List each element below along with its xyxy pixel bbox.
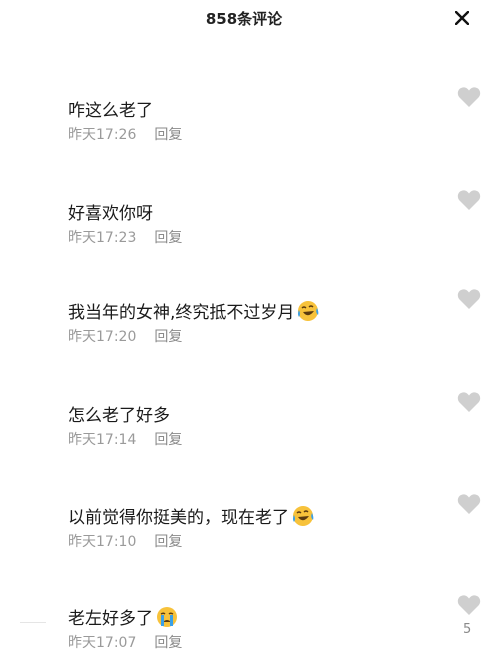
comment-time: 昨天17:14 — [68, 432, 137, 448]
laughing-crying-emoji-icon — [292, 505, 314, 527]
close-icon[interactable] — [450, 6, 474, 30]
comment-text: 我当年的女神,终究抵不过岁月 — [68, 298, 319, 323]
reply-button[interactable]: 回复 — [154, 635, 182, 651]
comment-item: 老左好多了 昨天17:07 回复 5 — [0, 595, 488, 670]
laughing-crying-emoji-icon — [297, 300, 319, 322]
comment-meta: 昨天17:26 回复 — [68, 124, 182, 144]
comment-time: 昨天17:10 — [68, 534, 137, 550]
comment-item: 怎么老了好多 昨天17:14 回复 — [0, 392, 488, 501]
reply-button[interactable]: 回复 — [154, 230, 182, 246]
crying-emoji-icon — [156, 606, 178, 628]
heart-icon[interactable] — [457, 391, 481, 415]
comments-header: 858条评论 — [0, 0, 488, 40]
comment-text: 咋这么老了 — [68, 101, 153, 121]
comment-item: 好喜欢你呀 昨天17:23 回复 — [0, 190, 488, 299]
comment-meta: 昨天17:10 回复 — [68, 531, 182, 551]
reply-button[interactable]: 回复 — [154, 432, 182, 448]
heart-icon[interactable] — [457, 189, 481, 213]
comment-time: 昨天17:20 — [68, 329, 137, 345]
comment-item: 我当年的女神,终究抵不过岁月 昨天17:20 回复 — [0, 289, 488, 398]
comment-meta: 昨天17:20 回复 — [68, 326, 182, 346]
comment-text: 老左好多了 — [68, 604, 178, 629]
comment-text: 好喜欢你呀 — [68, 204, 153, 224]
heart-icon[interactable] — [457, 594, 481, 618]
comment-item: 以前觉得你挺美的，现在老了 昨天17:10 回复 — [0, 494, 488, 603]
comment-meta: 昨天17:23 回复 — [68, 227, 182, 247]
comment-meta: 昨天17:14 回复 — [68, 429, 182, 449]
heart-icon[interactable] — [457, 86, 481, 110]
heart-icon[interactable] — [457, 288, 481, 312]
reply-button[interactable]: 回复 — [154, 534, 182, 550]
comment-count-title: 858条评论 — [205, 10, 283, 28]
comment-time: 昨天17:23 — [68, 230, 137, 246]
reply-button[interactable]: 回复 — [154, 329, 182, 345]
like-count: 5 — [463, 622, 472, 637]
comment-time: 昨天17:07 — [68, 635, 137, 651]
comment-meta: 昨天17:07 回复 — [68, 632, 182, 652]
comment-time: 昨天17:26 — [68, 127, 137, 143]
heart-icon[interactable] — [457, 493, 481, 517]
reply-button[interactable]: 回复 — [154, 127, 182, 143]
comment-text: 以前觉得你挺美的，现在老了 — [68, 503, 314, 528]
comment-text: 怎么老了好多 — [68, 406, 170, 426]
comment-item: 咋这么老了 昨天17:26 回复 — [0, 87, 488, 196]
